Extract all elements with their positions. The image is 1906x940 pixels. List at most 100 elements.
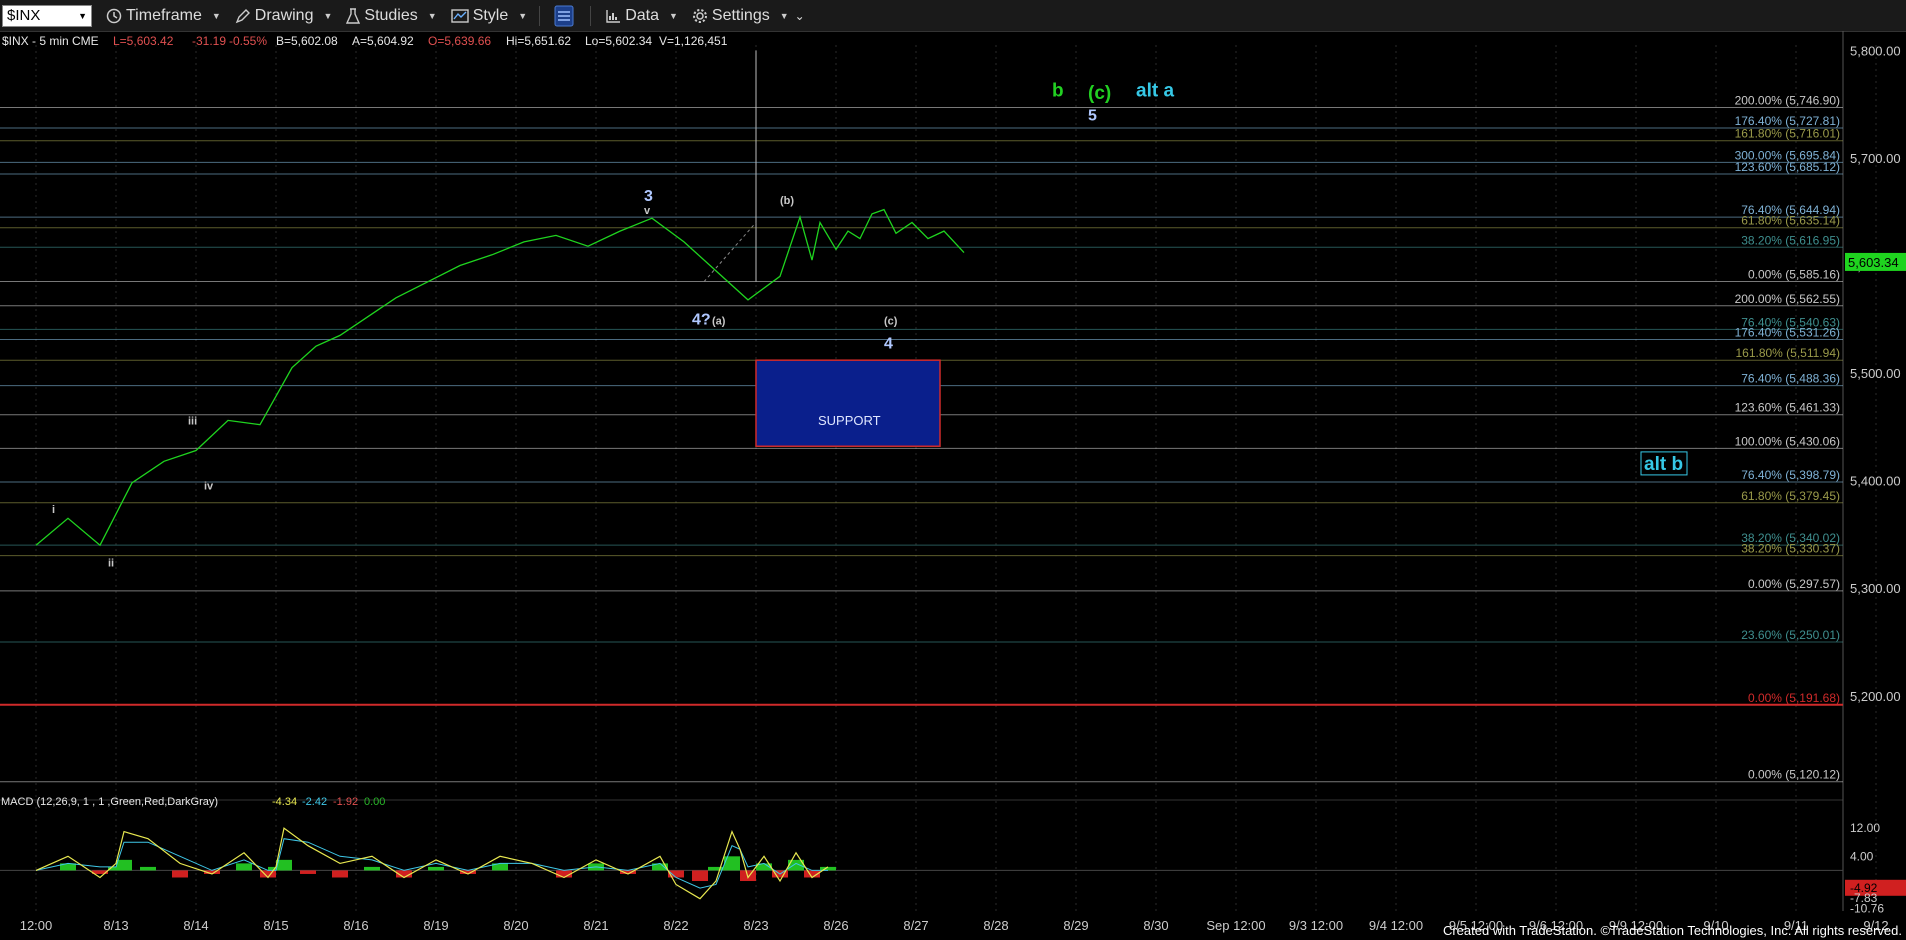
symbol-text: $INX <box>7 7 41 24</box>
wave-label: alt b <box>1644 454 1683 475</box>
drawing-menu[interactable]: Drawing ▼ <box>235 6 332 25</box>
macd-histogram-bar <box>172 870 188 878</box>
fib-label: 123.60% (5,685.12) <box>1735 160 1840 174</box>
macd-value-2: -2.42 <box>302 796 327 808</box>
chevron-down-icon: ▼ <box>518 10 528 21</box>
macd-histogram-bar <box>428 866 444 871</box>
header-high: Hi=5,651.62 <box>506 34 571 48</box>
fib-label: 123.60% (5,461.33) <box>1735 401 1840 415</box>
chevron-down-icon: ▼ <box>211 10 221 21</box>
wave-label: 3 <box>644 188 653 205</box>
fib-label: 76.40% (5,398.79) <box>1741 468 1840 482</box>
x-tick-label: 8/23 <box>743 918 768 933</box>
fib-label: 176.40% (5,531.26) <box>1735 325 1840 339</box>
x-tick-label: 9/3 12:00 <box>1289 918 1343 933</box>
header-open: O=5,639.66 <box>428 34 491 48</box>
wave-label: alt a <box>1136 81 1174 102</box>
header-change: -31.19 <box>192 34 226 48</box>
fib-label: 100.00% (5,430.06) <box>1735 434 1840 448</box>
y-tick-label: 5,800.00 <box>1850 43 1901 58</box>
chevron-down-icon: ▼ <box>779 10 789 21</box>
style-menu[interactable]: Style ▼ <box>450 7 528 25</box>
macd-histogram-bar <box>300 870 316 874</box>
macd-histogram-bar <box>236 863 252 871</box>
x-tick-label: 8/27 <box>903 918 928 933</box>
wave-label: (a) <box>712 316 726 328</box>
fib-label: 0.00% (5,191.68) <box>1748 691 1840 705</box>
wave-label: 4 <box>884 335 893 352</box>
fib-label: 0.00% (5,297.57) <box>1748 577 1840 591</box>
x-tick-label: 12:00 <box>20 918 53 933</box>
fib-label: 200.00% (5,562.55) <box>1735 292 1840 306</box>
last-price-label: 5,603.34 <box>1848 255 1899 270</box>
chevron-down-icon: ▼ <box>427 10 437 21</box>
wave-label: iv <box>204 480 214 492</box>
x-tick-label: 8/16 <box>343 918 368 933</box>
header-symbol: $INX - 5 min CME <box>2 34 99 48</box>
wave-label: 5 <box>1088 107 1097 124</box>
timeframe-menu[interactable]: Timeframe ▼ <box>106 7 221 25</box>
x-tick-label: 8/21 <box>583 918 608 933</box>
overflow-caret-icon: ⌄ <box>794 8 805 23</box>
header-last: L=5,603.42 <box>113 34 174 48</box>
x-tick-label: 8/14 <box>183 918 208 933</box>
wave-label: 4? <box>692 312 711 329</box>
data-icon <box>606 9 621 23</box>
symbol-input[interactable]: $INX ▼ <box>2 4 92 27</box>
timeframe-label: Timeframe <box>126 6 202 24</box>
x-tick-label: Sep 12:00 <box>1206 918 1265 933</box>
wave-label: v <box>644 205 651 217</box>
x-tick-label: 8/19 <box>423 918 448 933</box>
settings-menu[interactable]: Settings ▼ ⌄ <box>692 7 805 25</box>
fib-label: 76.40% (5,488.36) <box>1741 372 1840 386</box>
y-tick-label: 5,300.00 <box>1850 581 1901 596</box>
chevron-down-icon[interactable]: ▼ <box>78 11 87 21</box>
settings-label: Settings <box>711 6 770 24</box>
y-tick-label: 5,400.00 <box>1850 474 1901 489</box>
x-tick-label: 8/26 <box>823 918 848 933</box>
footer-credit: Created with TradeStation. ©TradeStation… <box>1442 923 1902 938</box>
price-chart[interactable]: 200.00% (5,746.90)176.40% (5,727.81)161.… <box>0 31 1906 940</box>
macd-value-1: -4.34 <box>272 796 297 808</box>
gear-icon <box>692 8 707 23</box>
macd-line <box>35 827 829 900</box>
x-tick-label: 8/30 <box>1143 918 1168 933</box>
layout-icon <box>554 5 574 26</box>
header-pct: -0.55% <box>229 34 267 48</box>
toolbar-divider <box>539 5 541 26</box>
macd-histogram-bar <box>692 870 708 882</box>
x-tick-label: 8/15 <box>263 918 288 933</box>
clock-icon <box>106 8 122 23</box>
macd-histogram-bar <box>332 870 348 878</box>
x-tick-label: 8/20 <box>503 918 528 933</box>
studies-label: Studies <box>364 6 418 24</box>
fib-label: 0.00% (5,120.12) <box>1748 768 1840 782</box>
macd-value-4: 0.00 <box>364 796 385 808</box>
layout-button[interactable] <box>554 5 578 27</box>
studies-menu[interactable]: Studies ▼ <box>346 6 437 25</box>
wave-label: (b) <box>780 195 794 207</box>
header-ask: A=5,604.92 <box>352 34 414 48</box>
wave-label: iii <box>188 416 197 428</box>
header-volume: V=1,126,451 <box>659 34 728 48</box>
y-tick-label: 5,200.00 <box>1850 689 1901 704</box>
fib-label: 23.60% (5,250.01) <box>1741 628 1840 642</box>
studies-icon <box>346 7 361 24</box>
macd-tick-label: 12.00 <box>1850 821 1880 835</box>
y-tick-label: 5,500.00 <box>1850 366 1901 381</box>
macd-label: MACD (12,26,9, 1 , 1 ,Green,Red,DarkGray… <box>1 796 218 808</box>
drawing-label: Drawing <box>254 6 314 24</box>
fib-label: 38.20% (5,616.95) <box>1741 233 1840 247</box>
toolbar-divider <box>590 5 592 26</box>
x-tick-label: 8/28 <box>983 918 1008 933</box>
fib-label: 161.80% (5,511.94) <box>1735 346 1840 360</box>
fib-label: 38.20% (5,330.37) <box>1741 542 1840 556</box>
macd-histogram-bar <box>364 866 380 871</box>
data-menu[interactable]: Data ▼ <box>605 7 678 25</box>
macd-signal-line <box>35 838 828 889</box>
wave-label: b <box>1052 81 1064 102</box>
macd-tick-label: -10.76 <box>1850 901 1884 915</box>
fib-label: 0.00% (5,585.16) <box>1748 267 1840 281</box>
x-tick-label: 8/22 <box>663 918 688 933</box>
style-icon <box>450 8 469 23</box>
